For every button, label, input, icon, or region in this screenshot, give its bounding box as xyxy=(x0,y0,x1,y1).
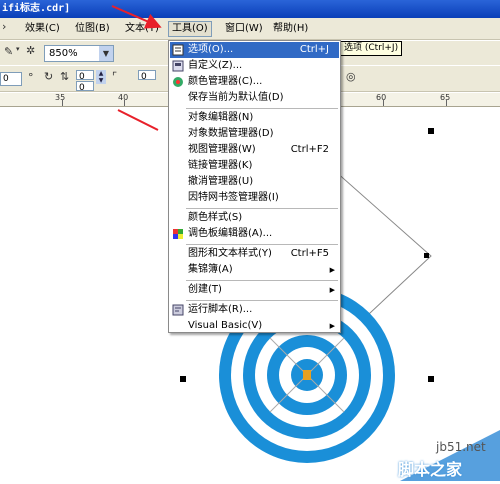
submenu-arrow-icon: ▶ xyxy=(329,266,335,274)
menu-separator xyxy=(186,244,338,245)
menu-item-label: Visual Basic(V) xyxy=(188,320,263,331)
menu-item-label: 调色板编辑器(A)... xyxy=(188,228,273,239)
menu-item-label: 颜色管理器(C)... xyxy=(188,76,263,87)
menu-item-link-manager[interactable]: 链接管理器(K) xyxy=(170,158,339,174)
menu-item-label: 撤消管理器(U) xyxy=(188,176,254,187)
menu-item-bookmark-manager[interactable]: 因特网书签管理器(I) xyxy=(170,190,339,206)
script-icon xyxy=(172,304,184,316)
menu-item-customize[interactable]: 自定义(Z)... xyxy=(170,58,339,74)
menu-item-view-manager[interactable]: 视图管理器(W) Ctrl+F2 xyxy=(170,142,339,158)
palette-icon xyxy=(173,229,183,239)
submenu-arrow-icon: ▶ xyxy=(329,286,335,294)
menu-item-save-defaults[interactable]: 保存当前为默认值(D) xyxy=(170,90,339,106)
menu-separator xyxy=(186,208,338,209)
options-icon xyxy=(172,44,184,56)
menu-item-shortcut: Ctrl+F2 xyxy=(290,144,329,155)
menu-item-graphic-text-styles[interactable]: 图形和文本样式(Y) Ctrl+F5 xyxy=(170,246,339,262)
menu-item-shortcut: Ctrl+F5 xyxy=(290,248,329,259)
menu-item-label: 对象编辑器(N) xyxy=(188,112,254,123)
menu-item-shortcut: Ctrl+J xyxy=(299,44,329,55)
menu-item-create[interactable]: 创建(T) ▶ xyxy=(170,282,339,298)
menu-item-scrapbook[interactable]: 集锦簿(A) ▶ xyxy=(170,262,339,278)
watermark-url: jb51.net xyxy=(436,440,486,454)
menu-item-label: 对象数据管理器(D) xyxy=(188,128,274,139)
menu-item-label: 运行脚本(R)... xyxy=(188,304,253,315)
customize-icon xyxy=(172,60,184,72)
menu-separator xyxy=(186,300,338,301)
menu-item-run-script[interactable]: 运行脚本(R)... xyxy=(170,302,339,318)
color-manager-icon xyxy=(173,77,183,87)
menu-item-label: 图形和文本样式(Y) xyxy=(188,248,272,259)
menu-item-undo-manager[interactable]: 撤消管理器(U) xyxy=(170,174,339,190)
menu-item-color-manager[interactable]: 颜色管理器(C)... xyxy=(170,74,339,90)
menu-separator xyxy=(186,108,338,109)
menu-item-visual-basic[interactable]: Visual Basic(V) ▶ xyxy=(170,318,339,334)
menu-separator xyxy=(186,280,338,281)
red-arrow-to-tools xyxy=(111,5,162,29)
menu-item-options[interactable]: 选项(O)... Ctrl+J xyxy=(170,42,339,58)
submenu-arrow-icon: ▶ xyxy=(329,322,335,330)
menu-item-object-data-manager[interactable]: 对象数据管理器(D) xyxy=(170,126,339,142)
menu-item-palette-editor[interactable]: 调色板编辑器(A)... xyxy=(170,226,339,242)
menu-item-label: 创建(T) xyxy=(188,284,222,295)
menu-item-label: 颜色样式(S) xyxy=(188,212,243,223)
menu-item-label: 链接管理器(K) xyxy=(188,160,253,171)
tools-dropdown-menu: 选项(O)... Ctrl+J 自定义(Z)... 颜色管理器(C)... 保存… xyxy=(168,40,341,333)
watermark-brand: 脚本之家 xyxy=(398,460,463,479)
menu-item-label: 视图管理器(W) xyxy=(188,144,256,155)
menu-item-label: 集锦簿(A) xyxy=(188,264,233,275)
menu-item-object-editor[interactable]: 对象编辑器(N) xyxy=(170,110,339,126)
menu-item-label: 自定义(Z)... xyxy=(188,60,243,71)
menu-item-label: 保存当前为默认值(D) xyxy=(188,92,284,103)
menu-item-label: 选项(O)... xyxy=(188,44,234,55)
menu-item-label: 因特网书签管理器(I) xyxy=(188,192,279,203)
menu-item-color-styles[interactable]: 颜色样式(S) xyxy=(170,210,339,226)
